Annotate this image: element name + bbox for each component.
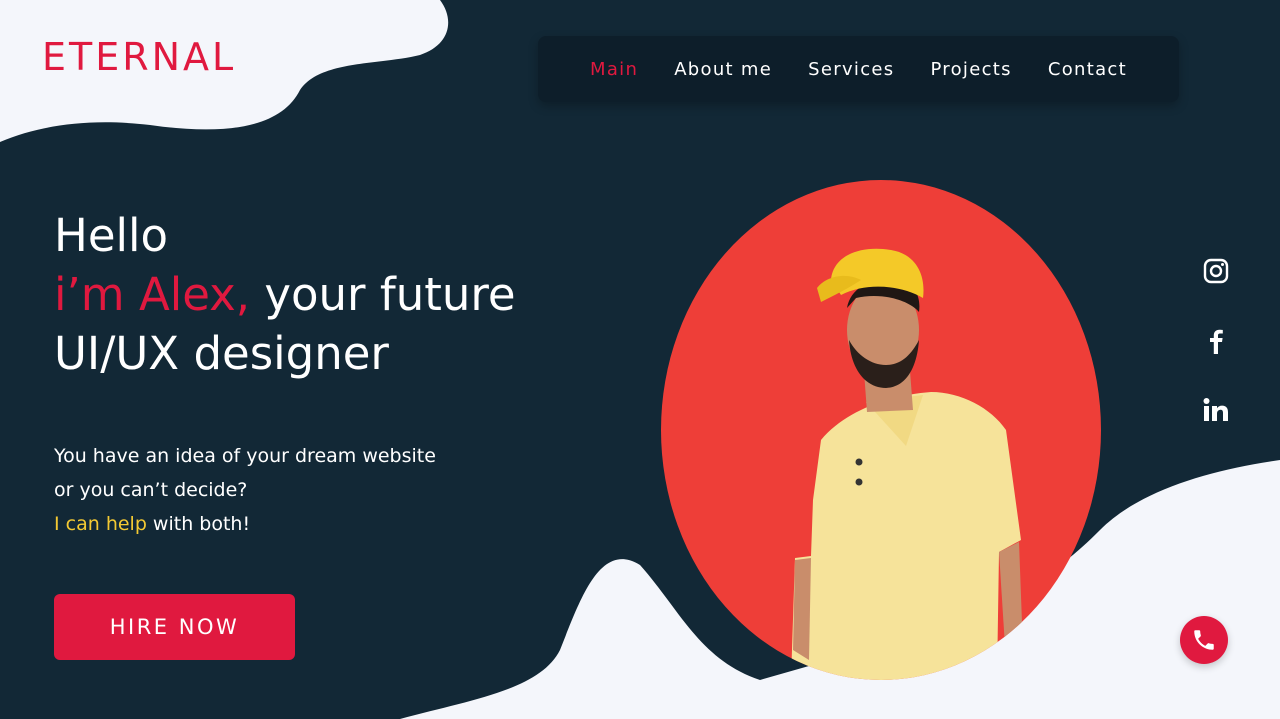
main-navigation: Main About me Services Projects Contact (538, 36, 1179, 102)
hero-desc-line-1: You have an idea of your dream website (54, 445, 436, 467)
instagram-icon (1203, 258, 1229, 284)
instagram-link[interactable] (1200, 255, 1232, 287)
hero-help-rest: with both! (146, 513, 251, 535)
phone-icon (1194, 630, 1214, 650)
portrait-image (661, 180, 1101, 680)
facebook-link[interactable] (1200, 325, 1232, 357)
hero-line-2: your future (250, 268, 516, 321)
facebook-icon (1210, 329, 1223, 354)
hero-description: You have an idea of your dream website o… (54, 439, 436, 541)
linkedin-icon (1203, 398, 1228, 421)
hero-line-3: UI/UX designer (54, 327, 389, 380)
hero-heading: Hello i’m Alex, your future UI/UX design… (54, 206, 516, 383)
hero-desc-line-2: or you can’t decide? (54, 479, 248, 501)
call-button[interactable] (1180, 616, 1228, 664)
brand-logo[interactable]: ETERNAL (42, 38, 236, 76)
hero-name-accent: i’m Alex, (54, 268, 251, 321)
nav-item-projects[interactable]: Projects (930, 59, 1011, 80)
linkedin-link[interactable] (1200, 394, 1232, 426)
hero-line-1: Hello (54, 209, 169, 262)
nav-item-main[interactable]: Main (590, 59, 638, 80)
hero-help-highlight: I can help (54, 513, 147, 535)
nav-item-services[interactable]: Services (808, 59, 894, 80)
nav-item-contact[interactable]: Contact (1048, 59, 1127, 80)
nav-item-about-me[interactable]: About me (674, 59, 772, 80)
hire-now-button[interactable]: HIRE NOW (54, 594, 295, 660)
